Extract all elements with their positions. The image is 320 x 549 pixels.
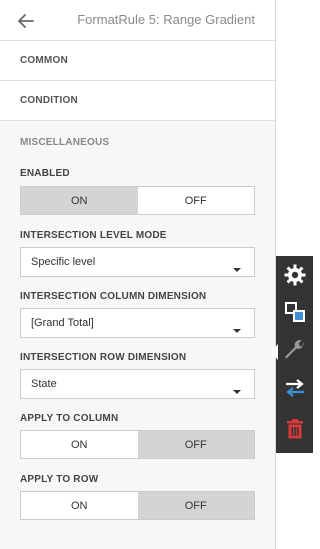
gear-icon	[283, 263, 307, 292]
intersection-level-mode-select[interactable]: Specific level	[20, 247, 255, 277]
options-button[interactable]	[276, 334, 313, 370]
panel-title: FormatRule 5: Range Gradient	[77, 12, 255, 27]
panel-header: FormatRule 5: Range Gradient	[0, 0, 275, 41]
enabled-off-option[interactable]: OFF	[138, 187, 255, 214]
intersection-column-dimension-label: INTERSECTION COLUMN DIMENSION	[20, 291, 207, 302]
intersection-level-mode-value: Specific level	[31, 256, 96, 268]
chevron-down-icon	[232, 321, 242, 333]
arrow-left-icon[interactable]	[14, 9, 38, 33]
apply-to-column-on-option[interactable]: ON	[21, 431, 138, 458]
apply-to-row-toggle: ON OFF	[20, 491, 255, 520]
wrench-icon	[283, 338, 307, 367]
apply-to-row-on-option[interactable]: ON	[21, 492, 138, 519]
intersection-row-dimension-value: State	[31, 378, 57, 390]
apply-to-column-toggle: ON OFF	[20, 430, 255, 459]
swap-arrows-icon	[283, 376, 307, 405]
format-rule-panel: FormatRule 5: Range Gradient COMMON COND…	[0, 0, 276, 549]
trash-icon	[283, 417, 307, 446]
chevron-down-icon	[232, 382, 242, 394]
intersection-row-dimension-select[interactable]: State	[20, 369, 255, 399]
intersection-row-dimension-label: INTERSECTION ROW DIMENSION	[20, 352, 187, 363]
enabled-toggle: ON OFF	[20, 186, 255, 215]
section-miscellaneous: MISCELLANEOUS ENABLED ON OFF INTERSECTIO…	[0, 121, 275, 549]
enabled-on-option[interactable]: ON	[21, 187, 138, 214]
apply-to-row-off-option[interactable]: OFF	[137, 492, 254, 519]
chevron-down-icon	[232, 260, 242, 272]
layers-button[interactable]	[276, 296, 313, 332]
toolbar-pointer	[271, 344, 278, 360]
side-toolbar	[276, 256, 313, 453]
enabled-label: ENABLED	[20, 168, 70, 179]
swap-button[interactable]	[276, 372, 313, 408]
intersection-level-mode-label: INTERSECTION LEVEL MODE	[20, 230, 167, 241]
delete-button[interactable]	[276, 413, 313, 449]
apply-to-column-off-option[interactable]: OFF	[137, 431, 254, 458]
section-common[interactable]: COMMON	[0, 41, 275, 81]
apply-to-column-label: APPLY TO COLUMN	[20, 413, 119, 424]
section-condition[interactable]: CONDITION	[0, 81, 275, 121]
intersection-column-dimension-value: [Grand Total]	[31, 317, 94, 329]
apply-to-row-label: APPLY TO ROW	[20, 474, 99, 485]
misc-title: MISCELLANEOUS	[20, 137, 110, 148]
settings-button[interactable]	[276, 259, 313, 295]
layers-icon	[283, 300, 307, 329]
intersection-column-dimension-select[interactable]: [Grand Total]	[20, 308, 255, 338]
